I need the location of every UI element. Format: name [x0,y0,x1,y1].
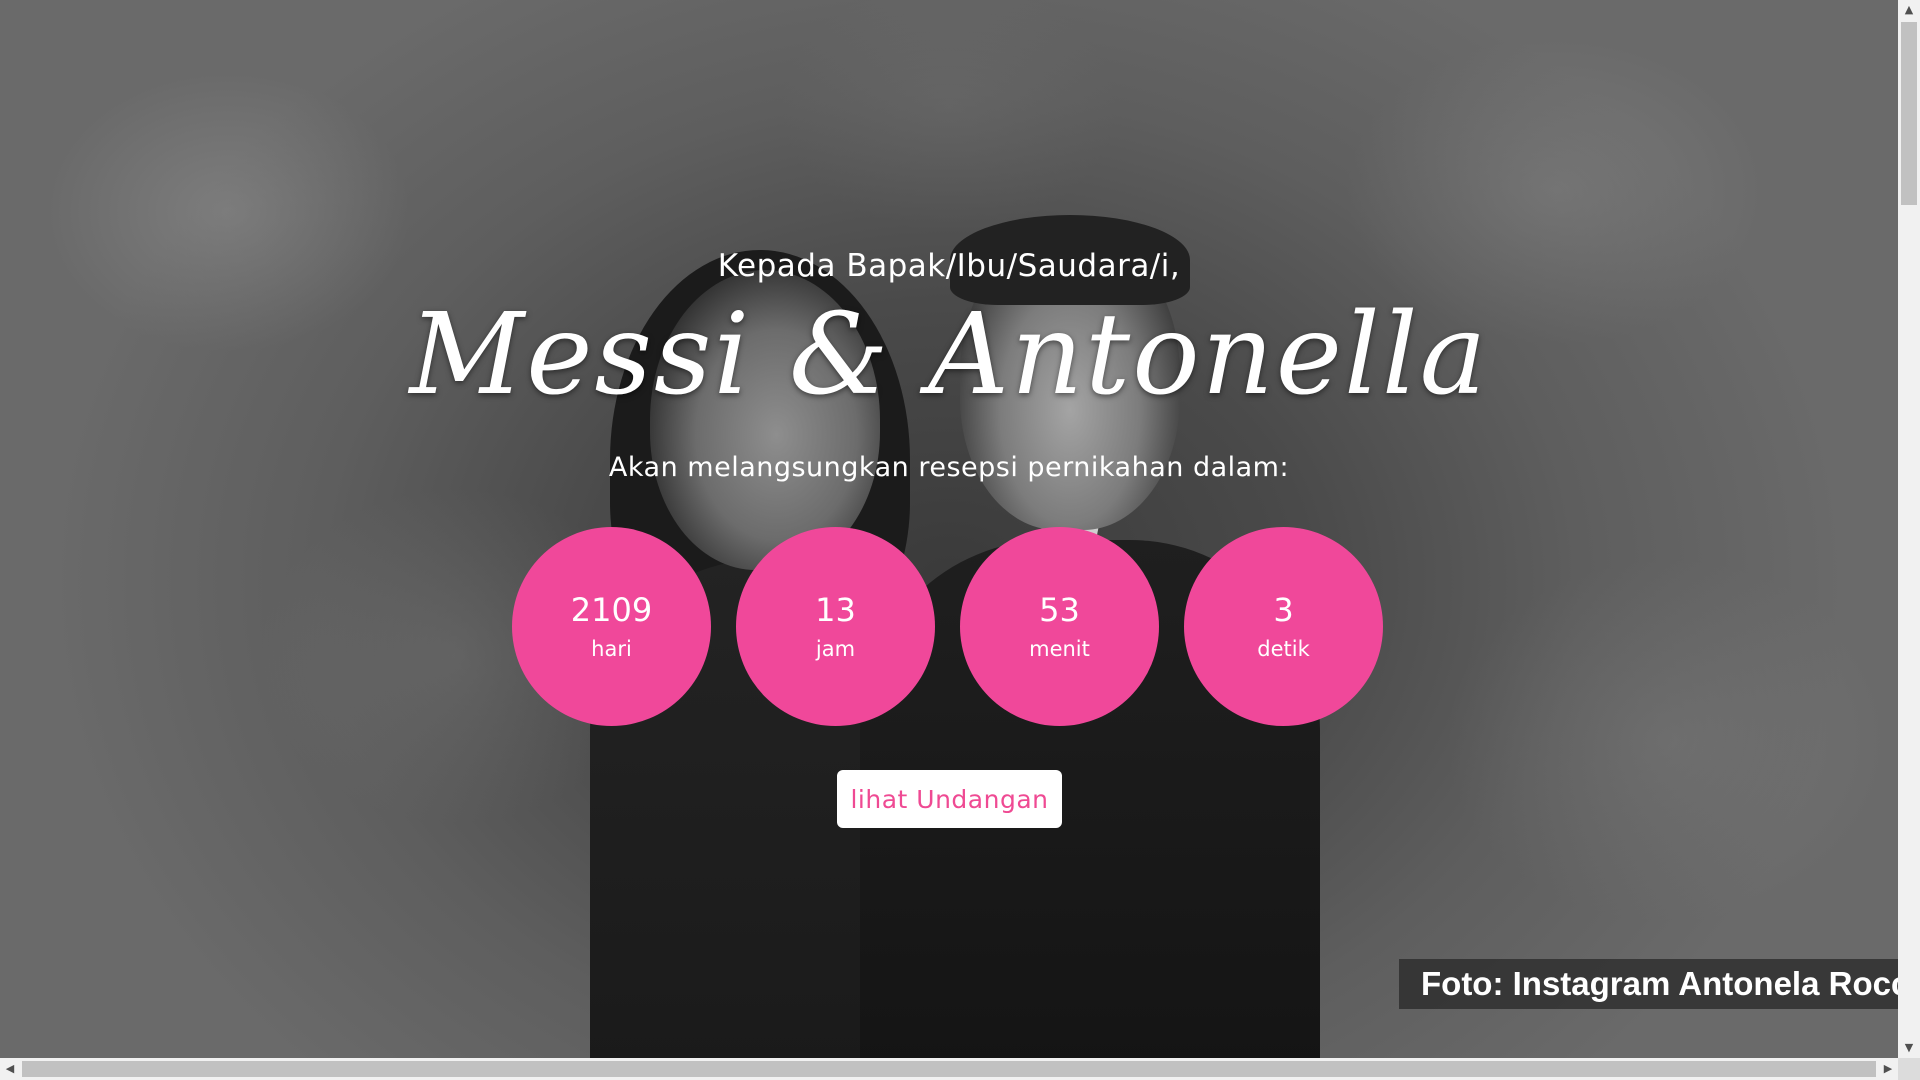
countdown-minutes: 53 menit [960,527,1159,726]
triangle-left-icon[interactable]: ◀ [0,1058,20,1080]
countdown-seconds-value: 3 [1273,590,1294,629]
triangle-right-icon[interactable]: ▶ [1878,1058,1898,1080]
countdown: 2109 hari 13 jam 53 menit 3 detik [512,527,1383,726]
countdown-days-value: 2109 [570,590,653,629]
scrollbar-corner [1898,1058,1920,1080]
triangle-down-icon[interactable]: ▼ [1898,1038,1920,1058]
countdown-hours: 13 jam [736,527,935,726]
countdown-days-label: hari [591,636,632,661]
couple-names: Messi & Antonella [409,290,1489,420]
countdown-minutes-value: 53 [1039,590,1080,629]
hero-content: Kepada Bapak/Ibu/Saudara/i, Messi & Anto… [0,0,1898,1058]
triangle-up-icon[interactable]: ▲ [1898,0,1920,20]
vertical-scrollbar[interactable]: ▲ ▼ [1898,0,1920,1058]
countdown-hours-label: jam [815,636,856,661]
countdown-days: 2109 hari [512,527,711,726]
vertical-scrollbar-thumb[interactable] [1901,22,1917,205]
greeting-text: Kepada Bapak/Ibu/Saudara/i, [717,248,1181,284]
horizontal-scrollbar[interactable]: ◀ ▶ [0,1058,1898,1080]
invitation-hero: Kepada Bapak/Ibu/Saudara/i, Messi & Anto… [0,0,1898,1058]
countdown-seconds: 3 detik [1184,527,1383,726]
countdown-minutes-label: menit [1029,636,1090,661]
countdown-hours-value: 13 [815,590,856,629]
view-invitation-button[interactable]: lihat Undangan [837,770,1062,828]
horizontal-scrollbar-thumb[interactable] [22,1061,1876,1077]
countdown-seconds-label: detik [1257,636,1310,661]
subtitle-text: Akan melangsungkan resepsi pernikahan da… [608,452,1290,483]
photo-caption: Foto: Instagram Antonela Roccuzzo [1399,959,1898,1009]
